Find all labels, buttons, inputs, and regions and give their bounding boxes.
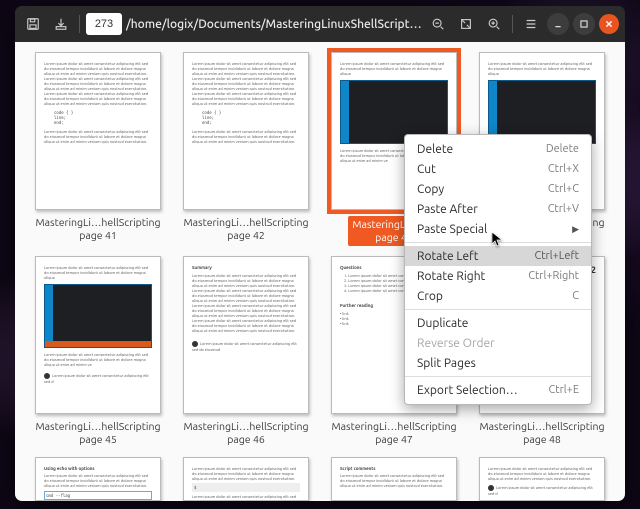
page-thumbnail[interactable]: Lorem ipsum dolor sit amet consectetur a… bbox=[473, 457, 611, 501]
menu-item-duplicate[interactable]: Duplicate bbox=[405, 313, 591, 333]
thumbnail-caption: MasteringLi…hellScriptingpage 41 bbox=[36, 216, 161, 242]
maximize-icon[interactable] bbox=[573, 13, 595, 35]
page-thumbnail[interactable]: Using echo with optionsLorem ipsum dolor… bbox=[29, 457, 167, 501]
page-thumbnail[interactable]: Lorem ipsum dolor sit amet consectetur a… bbox=[29, 256, 167, 446]
minimize-icon[interactable] bbox=[547, 13, 569, 35]
page-thumbnail[interactable]: Lorem ipsum dolor sit amet consectetur a… bbox=[177, 457, 315, 501]
toolbar-separator bbox=[79, 15, 80, 33]
menu-item-crop[interactable]: CropC bbox=[405, 286, 591, 306]
page-thumbnail[interactable]: Lorem ipsum dolor sit amet consectetur a… bbox=[29, 52, 167, 246]
import-icon[interactable] bbox=[49, 12, 73, 36]
menu-icon[interactable] bbox=[519, 12, 543, 36]
zoom-fit-icon[interactable] bbox=[454, 12, 478, 36]
toolbar-separator bbox=[512, 15, 513, 33]
thumbnail-caption: MasteringLi…hellScriptingpage 47 bbox=[332, 420, 457, 446]
thumbnail-caption: MasteringLi…hellScriptingpage 45 bbox=[36, 420, 161, 446]
menu-item-split-pages[interactable]: Split Pages bbox=[405, 353, 591, 373]
menu-item-rotate-left[interactable]: Rotate LeftCtrl+Left bbox=[405, 246, 591, 266]
page-thumbnail[interactable]: Script commentsLorem ipsum dolor sit ame… bbox=[325, 457, 463, 501]
menu-item-paste-special[interactable]: Paste Special▶ bbox=[405, 219, 591, 239]
menu-item-paste-after[interactable]: Paste AfterCtrl+V bbox=[405, 199, 591, 219]
page-number-input[interactable] bbox=[86, 13, 122, 35]
thumbnail-caption: MasteringLi…hellScriptingpage 42 bbox=[184, 216, 309, 242]
close-icon[interactable] bbox=[599, 14, 619, 34]
thumbnail-caption: MasteringLi…hellScriptingpage 48 bbox=[480, 420, 605, 446]
zoom-out-icon[interactable] bbox=[426, 12, 450, 36]
menu-item-copy[interactable]: CopyCtrl+C bbox=[405, 179, 591, 199]
context-menu: DeleteDeleteCutCtrl+XCopyCtrl+CPaste Aft… bbox=[404, 134, 592, 405]
page-thumbnail[interactable]: Lorem ipsum dolor sit amet consectetur a… bbox=[177, 52, 315, 246]
thumbnail-caption: MasteringLi…hellScriptingpage 46 bbox=[184, 420, 309, 446]
page-thumbnail[interactable]: SummaryLorem ipsum dolor sit amet consec… bbox=[177, 256, 315, 446]
save-icon[interactable] bbox=[21, 12, 45, 36]
menu-item-reverse-order: Reverse Order bbox=[405, 333, 591, 353]
window-title: /home/logix/Documents/MasteringLinuxShel… bbox=[126, 18, 422, 31]
menu-item-delete[interactable]: DeleteDelete bbox=[405, 139, 591, 159]
titlebar: /home/logix/Documents/MasteringLinuxShel… bbox=[15, 6, 625, 42]
menu-item-cut[interactable]: CutCtrl+X bbox=[405, 159, 591, 179]
zoom-in-icon[interactable] bbox=[482, 12, 506, 36]
menu-item-export-selection[interactable]: Export Selection…Ctrl+E bbox=[405, 380, 591, 400]
menu-item-rotate-right[interactable]: Rotate RightCtrl+Right bbox=[405, 266, 591, 286]
